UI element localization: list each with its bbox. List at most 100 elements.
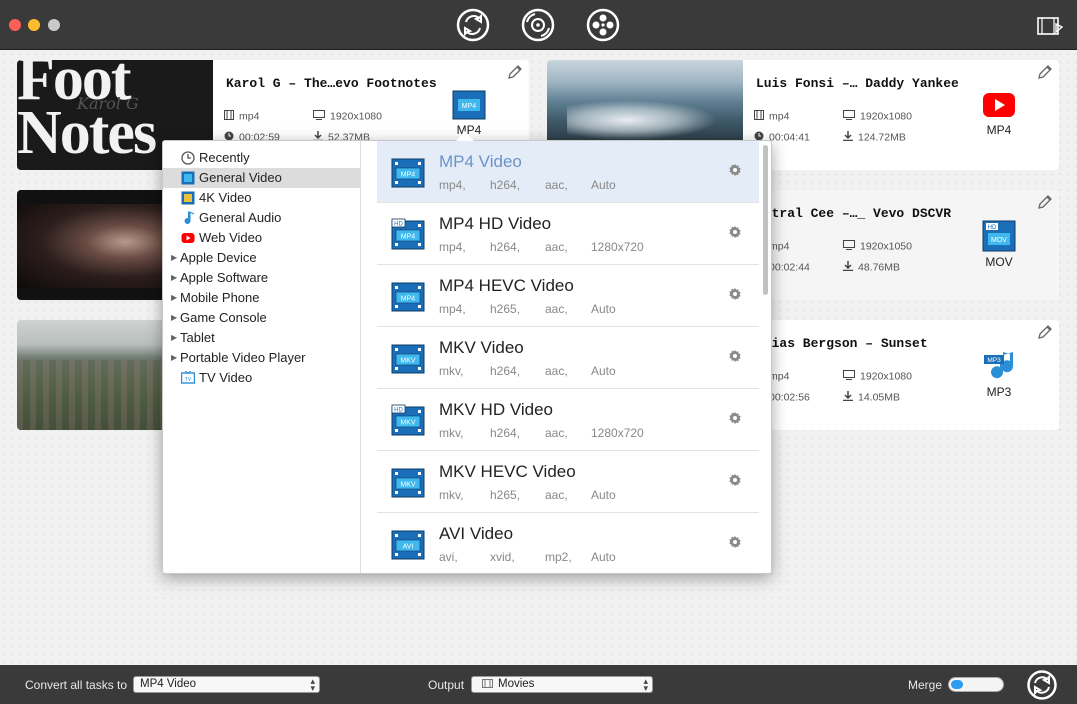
convert-tab[interactable] [456, 8, 490, 42]
edit-button[interactable] [507, 64, 523, 80]
disclosure-triangle-icon[interactable]: ▶ [171, 268, 177, 288]
disclosure-triangle-icon[interactable]: ▶ [171, 328, 177, 348]
svg-text:HD: HD [988, 225, 997, 231]
pencil-icon [1038, 65, 1052, 79]
svg-text:HD: HD [394, 408, 403, 414]
category-recently[interactable]: Recently [163, 148, 360, 168]
edit-button[interactable] [1037, 194, 1053, 210]
size-meta: 124.72MB [843, 131, 906, 144]
download-icon [843, 131, 853, 144]
pencil-icon [1038, 325, 1052, 339]
output-format-button[interactable]: MP4 MP4 [441, 90, 497, 137]
svg-text:AVI: AVI [403, 544, 414, 551]
gear-icon[interactable] [727, 225, 743, 241]
avi-film-icon: AVI [391, 530, 425, 560]
category-mobile-phone[interactable]: ▶ Mobile Phone [163, 288, 360, 308]
convert-all-button[interactable] [1027, 670, 1057, 700]
format-picker-popover: Recently General Video 4K Video General … [162, 140, 772, 574]
zoom-window-button[interactable] [48, 19, 60, 31]
popover-arrow [456, 131, 474, 141]
minimize-window-button[interactable] [28, 19, 40, 31]
download-video-tab[interactable] [586, 8, 620, 42]
convert-all-select[interactable]: MP4 Video ▴ ▾ [133, 676, 320, 693]
gear-icon[interactable] [727, 473, 743, 489]
merge-toggle[interactable] [948, 677, 1004, 692]
format-spec: mkv, [439, 426, 464, 440]
download-video-icon [586, 8, 620, 42]
download-icon [843, 391, 853, 404]
svg-text:MP4: MP4 [401, 296, 416, 303]
format-row[interactable]: MP4 MP4 HEVC Video mp4, h265, aac, Auto [377, 265, 759, 327]
category-game-console[interactable]: ▶ Game Console [163, 308, 360, 328]
close-window-button[interactable] [9, 19, 21, 31]
category-general-audio[interactable]: General Audio [163, 208, 360, 228]
format-row[interactable]: MKV MKV HEVC Video mkv, h265, aac, Auto [377, 451, 759, 513]
output-format-button[interactable]: HD MOV MOV [971, 220, 1027, 269]
format-row[interactable]: MKV HD MKV HD Video mkv, h264, aac, 1280x720 [377, 389, 759, 451]
category-tablet[interactable]: ▶ Tablet [163, 328, 360, 348]
tv-icon: TV [181, 371, 195, 384]
output-folder-select[interactable]: Movies ▴ ▾ [471, 676, 653, 693]
format-spec: aac, [545, 178, 568, 192]
svg-text:MKV: MKV [400, 482, 416, 489]
toolbox-button[interactable] [1036, 15, 1064, 37]
monitor-icon [843, 240, 855, 253]
category-apple-software[interactable]: ▶ Apple Software [163, 268, 360, 288]
format-spec: aac, [545, 302, 568, 316]
mp3-note-icon: MP3 [984, 352, 1014, 379]
format-name: MP4 Video [439, 152, 522, 171]
disclosure-triangle-icon[interactable]: ▶ [171, 348, 177, 368]
film-strip-icon [224, 110, 234, 123]
category-web-video[interactable]: Web Video [163, 228, 360, 248]
svg-text:HD: HD [394, 222, 403, 228]
format-row[interactable]: AVI AVI Video avi, xvid, mp2, Auto [377, 513, 759, 573]
category-apple-device[interactable]: ▶ Apple Device [163, 248, 360, 268]
container-meta: mp4 [224, 110, 259, 123]
format-spec: mkv, [439, 364, 464, 378]
clock-icon [181, 151, 195, 165]
edit-button[interactable] [1037, 64, 1053, 80]
edit-button[interactable] [1037, 324, 1053, 340]
format-row[interactable]: MP4 HD MP4 HD Video mp4, h264, aac, 1280x720 [377, 203, 759, 265]
svg-text:MKV: MKV [400, 358, 416, 365]
format-name: MKV Video [439, 338, 524, 357]
format-spec: aac, [545, 426, 568, 440]
format-spec: mp4, [439, 302, 466, 316]
svg-text:MOV: MOV [991, 237, 1007, 244]
disclosure-triangle-icon[interactable]: ▶ [171, 248, 177, 268]
category-portable-video-player[interactable]: ▶ Portable Video Player [163, 348, 360, 368]
svg-text:MKV: MKV [400, 420, 416, 427]
format-name: AVI Video [439, 524, 514, 543]
category-tv-video[interactable]: TV TV Video [163, 368, 360, 388]
film-4k-icon [181, 191, 195, 205]
gear-icon[interactable] [727, 535, 743, 551]
svg-text:MP4: MP4 [401, 234, 416, 241]
format-row[interactable]: MP4 MP4 Video mp4, h264, aac, Auto [377, 141, 759, 203]
output-format-button[interactable]: MP4 [971, 90, 1027, 137]
format-spec: Auto [591, 550, 616, 564]
resolution-meta: 1920x1050 [843, 240, 912, 253]
output-format-button[interactable]: MP3 MP3 [971, 350, 1027, 399]
gear-icon[interactable] [727, 349, 743, 365]
disclosure-triangle-icon[interactable]: ▶ [171, 288, 177, 308]
rip-dvd-tab[interactable] [521, 8, 555, 42]
title-bar [0, 0, 1077, 50]
category-general-video[interactable]: General Video [163, 168, 360, 188]
format-list-scrollbar[interactable] [763, 145, 768, 295]
format-spec: avi, [439, 550, 458, 564]
format-name: MKV HEVC Video [439, 462, 576, 481]
thumbnail-subtext: Karol G [77, 94, 139, 113]
gear-icon[interactable] [727, 411, 743, 427]
format-spec: Auto [591, 364, 616, 378]
pencil-icon [1038, 195, 1052, 209]
gear-icon[interactable] [727, 163, 743, 179]
category-4k-video[interactable]: 4K Video [163, 188, 360, 208]
format-row[interactable]: MKV MKV Video mkv, h264, aac, Auto [377, 327, 759, 389]
monitor-icon [843, 370, 855, 383]
mp4-film-icon: MP4 [452, 90, 486, 120]
output-label: Output [428, 678, 465, 692]
convert-icon [456, 8, 490, 42]
format-spec: aac, [545, 240, 568, 254]
gear-icon[interactable] [727, 287, 743, 303]
disclosure-triangle-icon[interactable]: ▶ [171, 308, 177, 328]
